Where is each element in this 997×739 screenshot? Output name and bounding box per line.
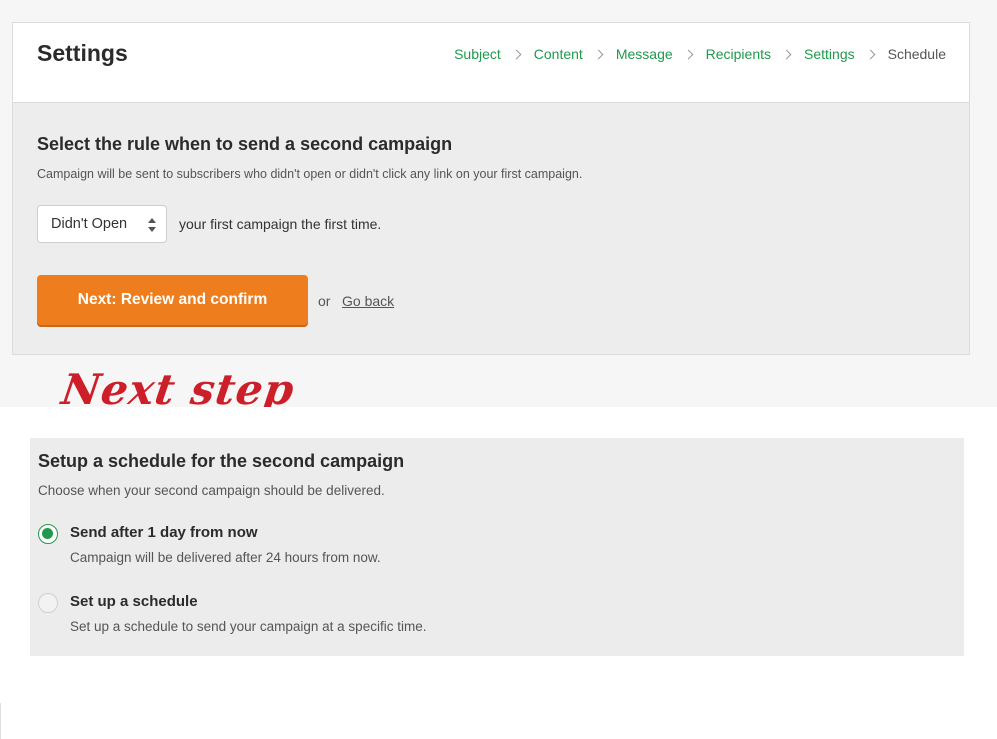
or-text: or [318, 293, 331, 309]
rule-section-title: Select the rule when to send a second ca… [37, 134, 453, 154]
chevron-right-icon [511, 49, 522, 59]
breadcrumb-settings[interactable]: Settings [804, 46, 855, 62]
go-back-link[interactable]: Go back [342, 293, 394, 309]
settings-panel: Settings Subject Content Message Recipie… [12, 22, 970, 355]
breadcrumb: Subject Content Message Recipients Setti… [454, 46, 946, 62]
radio-checked-icon[interactable] [38, 524, 58, 544]
option-label: Set up a schedule [70, 593, 198, 610]
option-description: Campaign will be delivered after 24 hour… [70, 550, 381, 565]
schedule-section-title: Setup a schedule for the second campaign [38, 451, 405, 471]
chevron-right-icon [865, 49, 876, 59]
next-review-button[interactable]: Next: Review and confirm [37, 275, 308, 325]
chevron-right-icon [781, 49, 792, 59]
select-arrows-icon [148, 218, 156, 232]
schedule-section-description: Choose when your second campaign should … [38, 483, 385, 498]
breadcrumb-subject[interactable]: Subject [454, 46, 501, 62]
chevron-right-icon [683, 49, 694, 59]
option-label: Send after 1 day from now [70, 524, 258, 541]
breadcrumb-content[interactable]: Content [534, 46, 583, 62]
rule-select[interactable]: Didn't Open [37, 205, 167, 243]
radio-unchecked-icon[interactable] [38, 593, 58, 613]
settings-header: Settings Subject Content Message Recipie… [13, 23, 969, 103]
chevron-right-icon [593, 49, 604, 59]
schedule-section: Setup a schedule for the second campaign… [30, 438, 964, 656]
breadcrumb-schedule: Schedule [887, 46, 946, 62]
rule-section-description: Campaign will be sent to subscribers who… [37, 167, 583, 181]
option-description: Set up a schedule to send your campaign … [70, 619, 427, 634]
page-title: Settings [37, 40, 128, 66]
schedule-area: Setup a schedule for the second campaign… [0, 407, 997, 739]
breadcrumb-message[interactable]: Message [616, 46, 673, 62]
rule-select-value: Didn't Open [51, 216, 128, 232]
edge-divider [0, 703, 1, 739]
breadcrumb-recipients[interactable]: Recipients [706, 46, 771, 62]
rule-select-suffix: your first campaign the first time. [179, 216, 382, 232]
